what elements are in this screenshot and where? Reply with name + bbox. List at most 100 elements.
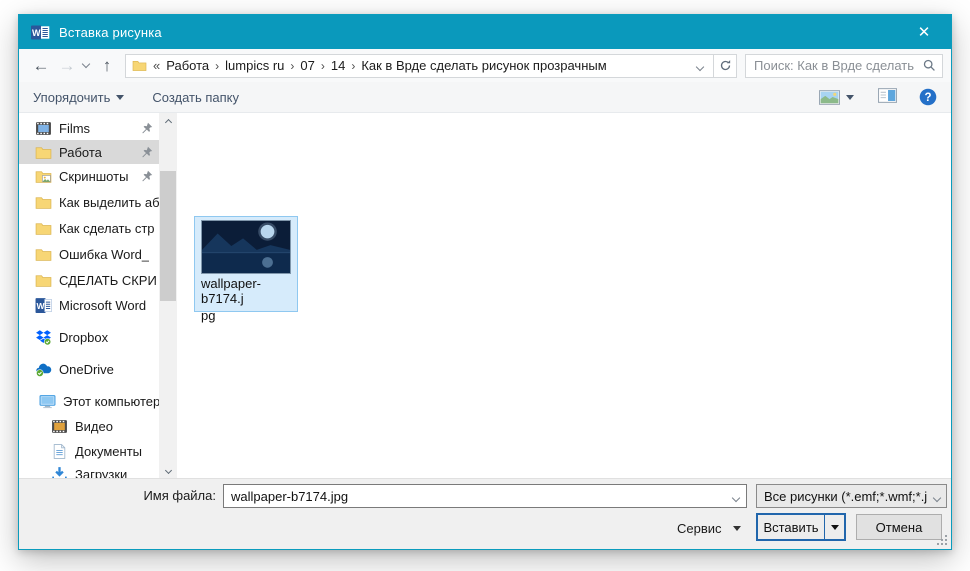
insert-button[interactable]: Вставить [756,513,846,541]
word-app-icon: W [31,25,50,40]
sidebar-item-label: Видео [75,419,113,434]
new-folder-button[interactable]: Создать папку [152,90,239,105]
refresh-icon [719,59,732,72]
filetype-dropdown[interactable]: Все рисунки (*.emf;*.wmf;*.jpg [756,484,947,508]
tools-button[interactable]: Сервис [671,515,747,541]
sidebar-item-label: Этот компьютер [63,394,159,409]
command-bar: Упорядочить Создать папку [19,82,951,113]
sidebar-item-label: Документы [75,444,142,459]
preview-pane-button[interactable] [878,88,897,106]
sidebar-item-screenshots[interactable]: Скриншоты [19,164,159,188]
help-icon: ? [919,88,937,106]
sidebar-item-folder[interactable]: СДЕЛАТЬ СКРИ [19,268,159,292]
tools-label: Сервис [677,521,722,536]
filename-combobox[interactable] [223,484,747,508]
dialog-footer: Имя файла: Все рисунки (*.emf;*.wmf;*.jp… [19,478,951,549]
scroll-up-icon[interactable] [159,113,177,129]
breadcrumb-separator-icon: › [317,59,329,73]
file-browser-area: Films Работа Скриншоты [19,113,951,479]
up-button[interactable]: ↑ [93,53,121,79]
folder-image-icon [35,168,52,185]
sidebar-item-folder[interactable]: Как выделить аб [19,190,159,214]
scrollbar-thumb[interactable] [160,171,176,301]
pin-icon [141,146,153,158]
dropdown-arrow-icon [116,95,124,100]
view-dropdown-arrow-icon[interactable] [846,95,854,100]
navigation-pane: Films Работа Скриншоты [19,113,159,479]
search-input[interactable] [746,56,917,76]
sidebar-item-label: Microsoft Word [59,298,146,313]
filmstrip-icon [35,120,52,137]
filetype-dropdown-icon[interactable] [928,489,946,504]
sidebar-item-label: Films [59,121,90,136]
preview-pane-icon [878,88,897,103]
filename-label: Имя файла: [19,488,216,503]
filename-dropdown-icon[interactable] [726,489,746,504]
cancel-label: Отмена [876,520,923,535]
help-button[interactable]: ? [919,88,937,106]
insert-dropdown-arrow[interactable] [824,515,844,539]
sidebar-item-dropbox[interactable]: Dropbox [19,325,159,349]
sidebar-item-label: Dropbox [59,330,108,345]
insert-label[interactable]: Вставить [758,515,824,539]
file-name-line: pg [201,308,291,323]
word-icon: W [35,297,52,314]
insert-picture-dialog: W Вставка рисунка ✕ ← → ↑ « Работа › lum… [18,14,952,550]
downloads-icon [51,466,68,480]
sidebar-item-microsoft-word[interactable]: W Microsoft Word [19,293,159,317]
resize-grip[interactable] [935,533,948,546]
sidebar-item-onedrive[interactable]: OneDrive [19,357,159,381]
close-button[interactable]: ✕ [907,15,941,49]
filetype-value: Все рисунки (*.emf;*.wmf;*.jpg [757,489,928,504]
back-button[interactable]: ← [27,53,55,79]
sidebar-item-label: Скриншоты [59,169,128,184]
sidebar-item-video[interactable]: Видео [19,414,159,438]
navigation-bar: ← → ↑ « Работа › lumpics ru › 07 › 14 › … [19,49,951,82]
breadcrumb-item[interactable]: lumpics ru [223,58,286,73]
breadcrumb-separator-icon: › [347,59,359,73]
file-thumbnail [201,220,291,274]
sidebar-item-folder[interactable]: Как сделать стр [19,216,159,240]
new-folder-label: Создать папку [152,90,239,105]
sidebar-item-label: OneDrive [59,362,114,377]
folder-icon [35,246,52,263]
breadcrumb-item[interactable]: 07 [298,58,316,73]
filename-input[interactable] [224,489,726,504]
thumbnail-view-icon [819,90,840,105]
sidebar-item-documents[interactable]: Документы [19,439,159,463]
sidebar-item-folder[interactable]: Ошибка Word_ [19,242,159,266]
svg-text:W: W [32,28,41,38]
documents-icon [51,443,68,460]
history-dropdown-icon[interactable] [79,53,93,79]
sidebar-item-films[interactable]: Films [19,116,159,140]
organize-button[interactable]: Упорядочить [33,90,124,105]
sidebar-item-rabota[interactable]: Работа [19,140,159,164]
computer-icon [39,393,56,410]
breadcrumb-item[interactable]: Работа [164,58,211,73]
change-view-button[interactable] [819,90,854,105]
breadcrumb-item[interactable]: Как в Врде сделать рисунок прозрачным [359,58,608,73]
search-box[interactable] [745,54,943,78]
sidebar-scrollbar[interactable] [159,113,177,479]
folder-icon [35,220,52,237]
file-item-wallpaper[interactable]: wallpaper-b7174.j pg [194,216,298,312]
dropbox-icon [35,329,52,346]
breadcrumb-collapse-icon[interactable]: « [153,58,164,73]
breadcrumb-item[interactable]: 14 [329,58,347,73]
sidebar-item-this-pc[interactable]: Этот компьютер [19,389,159,413]
refresh-button[interactable] [713,54,737,78]
scroll-down-icon[interactable] [159,463,177,479]
forward-button[interactable]: → [55,53,79,79]
address-dropdown-icon[interactable] [693,58,707,73]
pin-icon [141,122,153,134]
file-name-line: wallpaper-b7174.j [201,276,291,306]
address-bar[interactable]: « Работа › lumpics ru › 07 › 14 › Как в … [125,54,714,78]
sidebar-item-label: Ошибка Word_ [59,247,149,262]
svg-text:?: ? [924,92,931,104]
sidebar-item-downloads[interactable]: Загрузки [19,462,159,479]
search-icon[interactable] [923,59,936,72]
breadcrumb-separator-icon: › [286,59,298,73]
folder-icon [132,59,147,72]
cancel-button[interactable]: Отмена [856,514,942,540]
pin-icon [141,170,153,182]
